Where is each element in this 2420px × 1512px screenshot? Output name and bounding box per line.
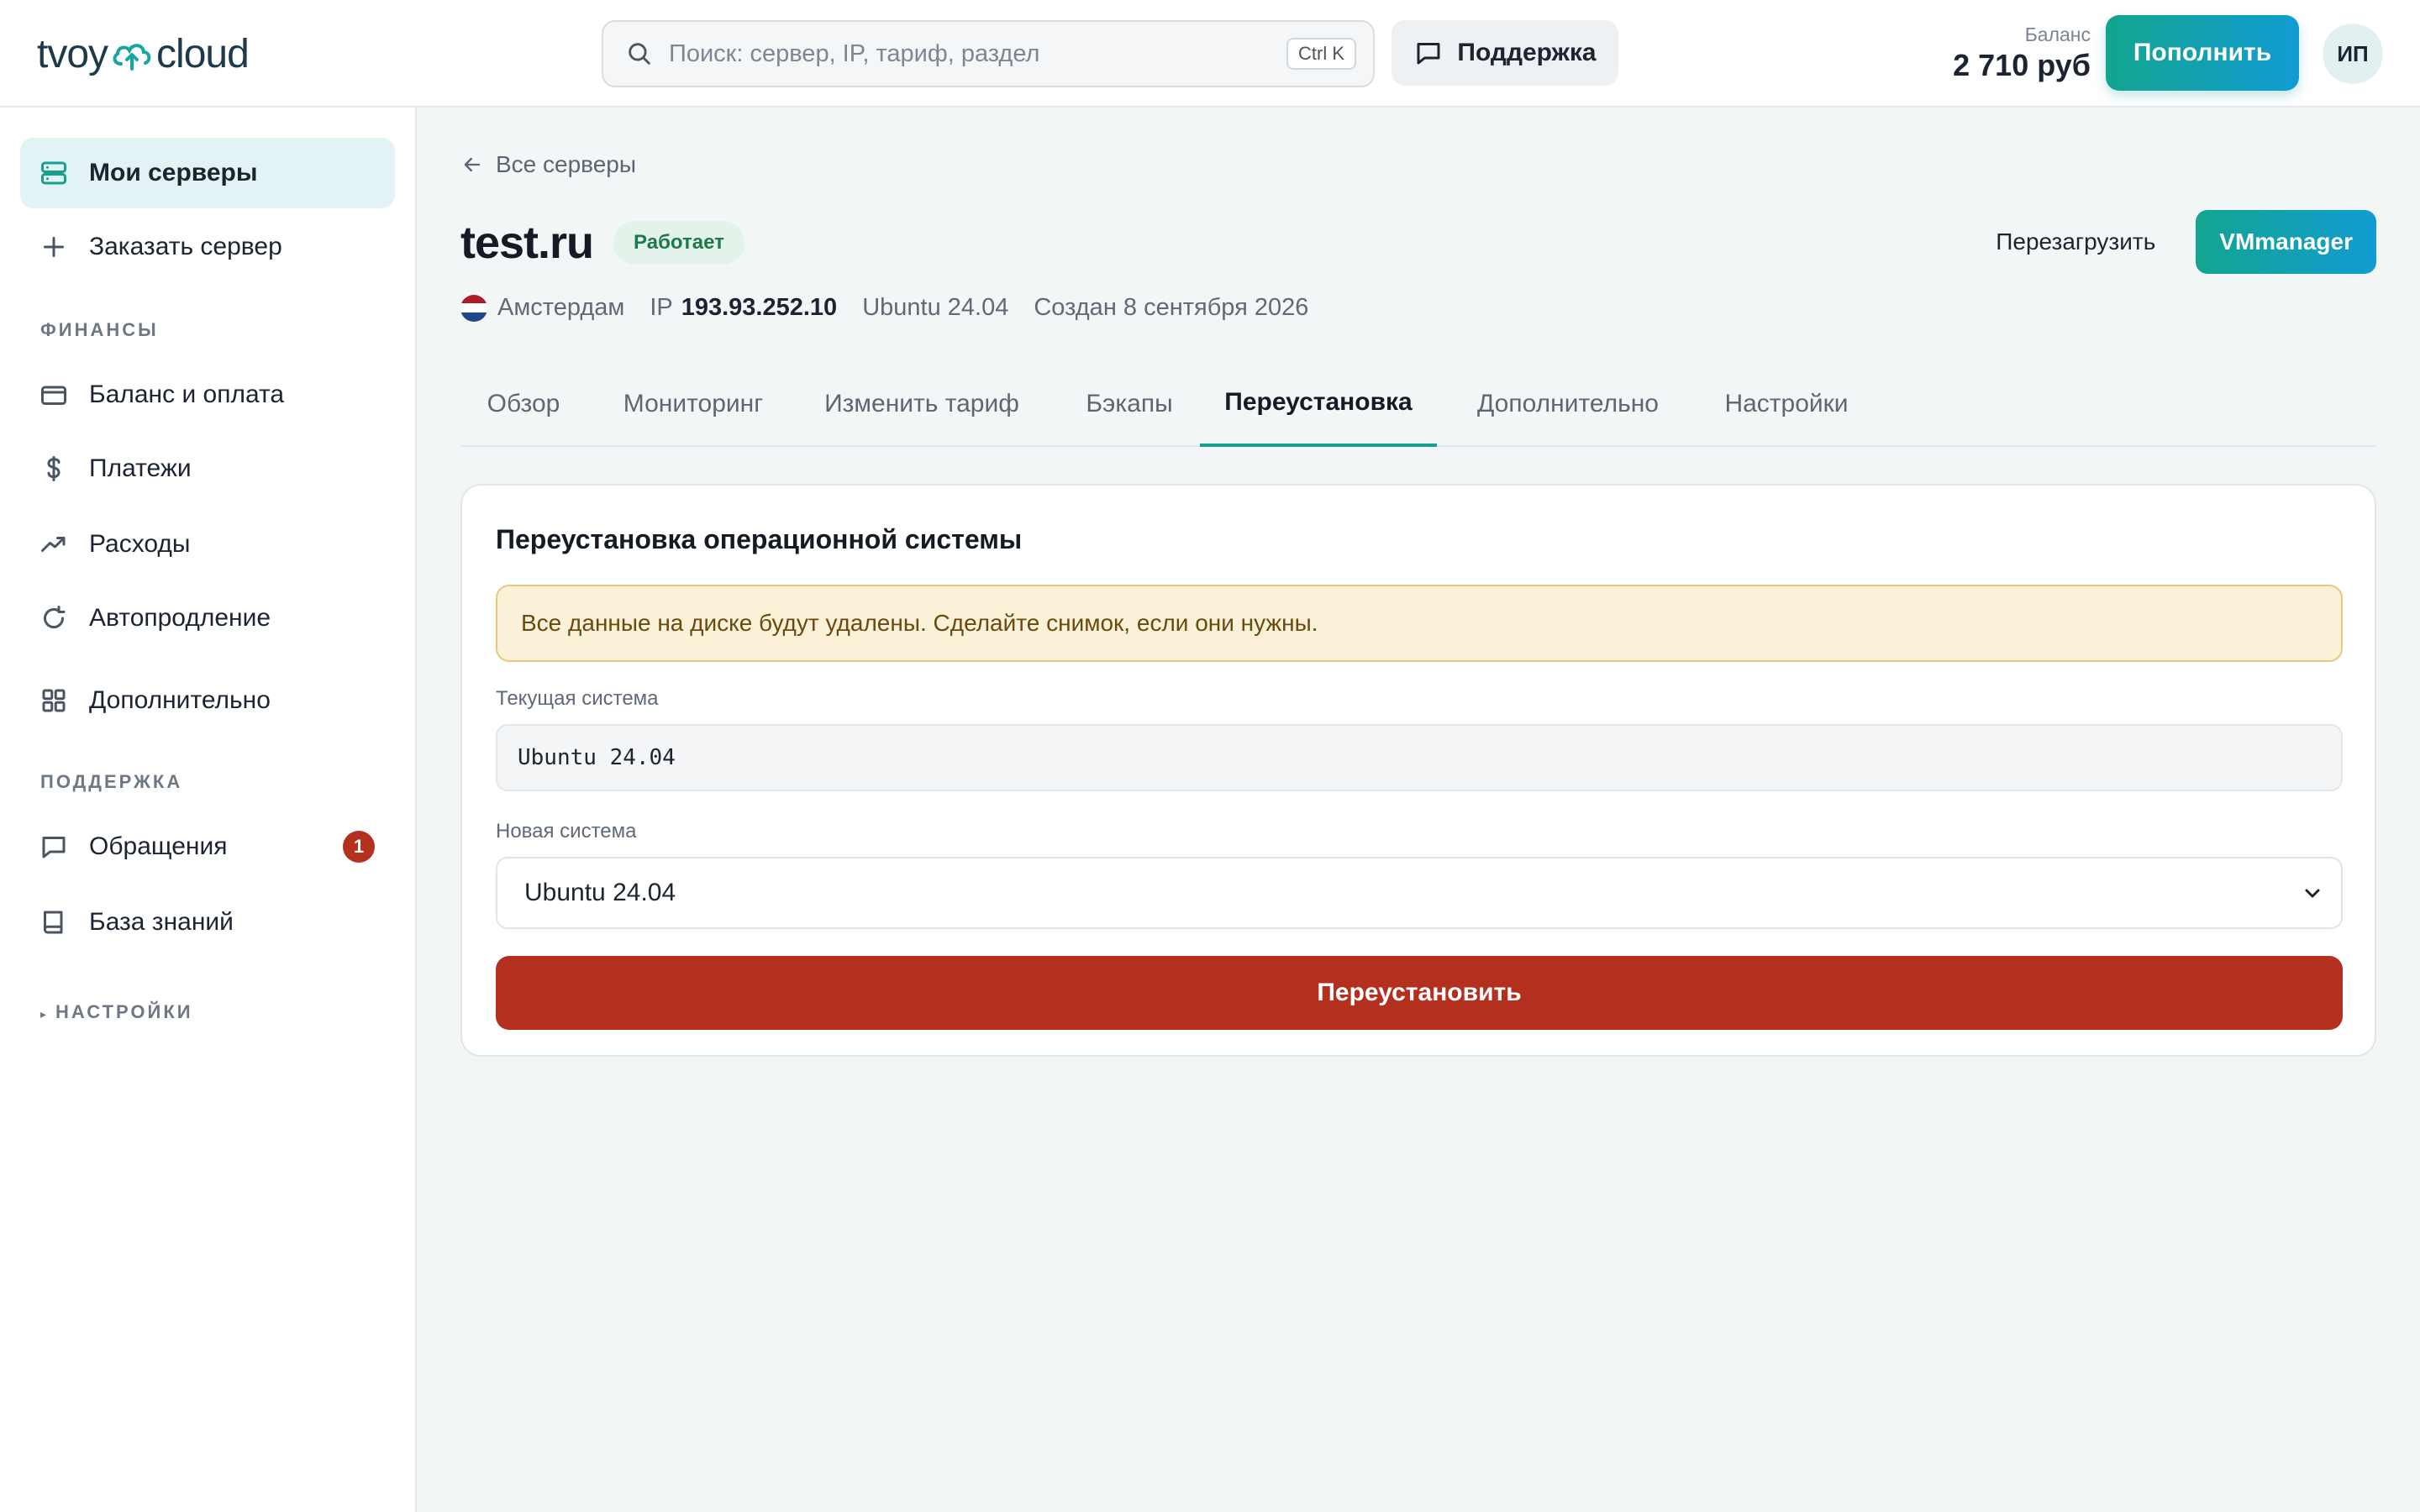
tickets-count-badge: 1 xyxy=(343,831,375,863)
sidebar-item-expenses[interactable]: Расходы xyxy=(20,509,395,580)
reinstall-card: Переустановка операционной системы Все д… xyxy=(460,484,2376,1057)
global-search[interactable]: Поиск: сервер, IP, тариф, раздел Ctrl K xyxy=(602,20,1375,87)
tab-additional[interactable]: Дополнительно xyxy=(1455,361,1681,447)
data-loss-warning: Все данные на диске будут удалены. Сдела… xyxy=(496,585,2343,662)
sidebar-item-label: Платежи xyxy=(89,454,192,482)
app-root: tvoy cloud Поиск: сервер, IP, тариф, раз… xyxy=(0,0,2420,1512)
plus-icon xyxy=(44,237,64,257)
user-avatar[interactable]: ИП xyxy=(2323,24,2383,84)
current-os-field: Ubuntu 24.04 xyxy=(496,724,2343,791)
sidebar-item-knowledge-base[interactable]: База знаний xyxy=(20,887,395,958)
server-icon xyxy=(41,161,66,185)
cloud-logo-icon xyxy=(113,44,151,71)
ip-label: IP xyxy=(650,294,673,321)
status-badge: Работает xyxy=(613,221,744,265)
sidebar-item-my-servers[interactable]: Мои серверы xyxy=(20,138,395,208)
sidebar-section-settings[interactable]: ▸ НАСТРОЙКИ xyxy=(40,1001,193,1023)
new-os-selected-value: Ubuntu 24.04 xyxy=(524,879,676,906)
balance-display: Баланс 2 710 руб xyxy=(1953,24,2091,83)
refresh-icon xyxy=(44,606,66,629)
server-os: Ubuntu 24.04 xyxy=(862,294,1009,321)
topup-button[interactable]: Пополнить xyxy=(2106,15,2299,91)
sidebar-item-autorenew[interactable]: Автопродление xyxy=(20,583,395,654)
sidebar-item-label: Заказать сервер xyxy=(89,233,282,260)
arrow-left-icon xyxy=(464,157,481,172)
current-os-label: Текущая система xyxy=(496,687,659,710)
tab-backups[interactable]: Бэкапы xyxy=(1062,361,1197,447)
server-meta: Амстердам IP 193.93.252.10 Ubuntu 24.04 … xyxy=(460,294,1308,322)
server-location: Амстердам xyxy=(497,294,625,321)
new-os-label: Новая система xyxy=(496,820,637,843)
server-created-date: Создан 8 сентября 2026 xyxy=(1034,294,1309,321)
sidebar-item-label: Дополнительно xyxy=(89,686,271,714)
sidebar-item-label: Расходы xyxy=(89,530,191,558)
chat-icon xyxy=(42,837,66,858)
back-link-label: Все серверы xyxy=(496,151,637,177)
sidebar-item-label: База знаний xyxy=(89,908,234,936)
back-to-servers-link[interactable]: Все серверы xyxy=(460,151,636,178)
tab-reinstall[interactable]: Переустановка xyxy=(1200,361,1437,447)
new-os-select[interactable]: Ubuntu 24.04 xyxy=(496,857,2343,929)
sidebar-item-additional[interactable]: Дополнительно xyxy=(20,665,395,736)
dollar-icon xyxy=(47,456,60,481)
tab-change-plan[interactable]: Изменить тариф xyxy=(800,361,1044,447)
grid-icon xyxy=(42,689,66,712)
search-shortcut-hint: Ctrl K xyxy=(1286,38,1356,70)
collapse-arrow-icon: ▸ xyxy=(40,1007,50,1021)
chat-icon xyxy=(1417,43,1440,65)
sidebar-section-finance: ФИНАНСЫ xyxy=(40,319,159,340)
sidebar-item-payments[interactable]: Платежи xyxy=(20,433,395,504)
sidebar-item-tickets[interactable]: Обращения 1 xyxy=(20,811,395,882)
sidebar-item-order-server[interactable]: Заказать сервер xyxy=(20,212,395,282)
sidebar-section-settings-label: НАСТРОЙКИ xyxy=(55,1001,193,1022)
reinstall-title: Переустановка операционной системы xyxy=(496,524,1023,554)
support-button-label: Поддержка xyxy=(1457,39,1597,66)
logo-text-left: tvoy xyxy=(37,31,108,76)
server-tabs: Обзор Мониторинг Изменить тариф Бэкапы П… xyxy=(460,361,2376,447)
vmmanager-button[interactable]: VMmanager xyxy=(2196,210,2376,274)
sidebar-section-support: ПОДДЕРЖКА xyxy=(40,771,183,792)
tab-settings[interactable]: Настройки xyxy=(1699,361,1874,447)
server-actions: Перезагрузить VMmanager xyxy=(1967,210,2376,274)
sidebar-item-label: Мои серверы xyxy=(89,159,258,186)
reboot-button[interactable]: Перезагрузить xyxy=(1967,210,2184,274)
support-button[interactable]: Поддержка xyxy=(1392,20,1618,86)
search-input[interactable]: Поиск: сервер, IP, тариф, раздел xyxy=(669,40,1286,68)
sidebar-item-label: Автопродление xyxy=(89,604,271,632)
sidebar-item-label: Баланс и оплата xyxy=(89,381,285,408)
sidebar-item-balance[interactable]: Баланс и оплата xyxy=(20,360,395,430)
book-icon xyxy=(44,911,63,934)
tab-monitoring[interactable]: Мониторинг xyxy=(605,361,781,447)
reinstall-button[interactable]: Переустановить xyxy=(496,956,2343,1030)
sidebar: Мои серверы Заказать сервер ФИНАНСЫ Бала… xyxy=(0,108,417,1512)
logo[interactable]: tvoy cloud xyxy=(37,30,250,77)
chevron-down-icon xyxy=(2305,889,2320,898)
server-title-row: test.ru Работает xyxy=(460,217,744,269)
balance-label: Баланс xyxy=(2024,24,2091,45)
tab-overview[interactable]: Обзор xyxy=(460,361,587,447)
credit-card-icon xyxy=(41,386,66,405)
ip-value[interactable]: 193.93.252.10 xyxy=(681,294,837,322)
search-icon xyxy=(629,43,650,65)
sidebar-item-label: Обращения xyxy=(89,832,228,860)
page-title: test.ru xyxy=(460,218,594,268)
logo-text-right: cloud xyxy=(156,31,250,76)
top-bar: tvoy cloud Поиск: сервер, IP, тариф, раз… xyxy=(0,0,2420,108)
netherlands-flag-icon xyxy=(460,294,487,322)
trend-up-icon xyxy=(41,537,66,552)
balance-value: 2 710 руб xyxy=(1953,48,2091,82)
